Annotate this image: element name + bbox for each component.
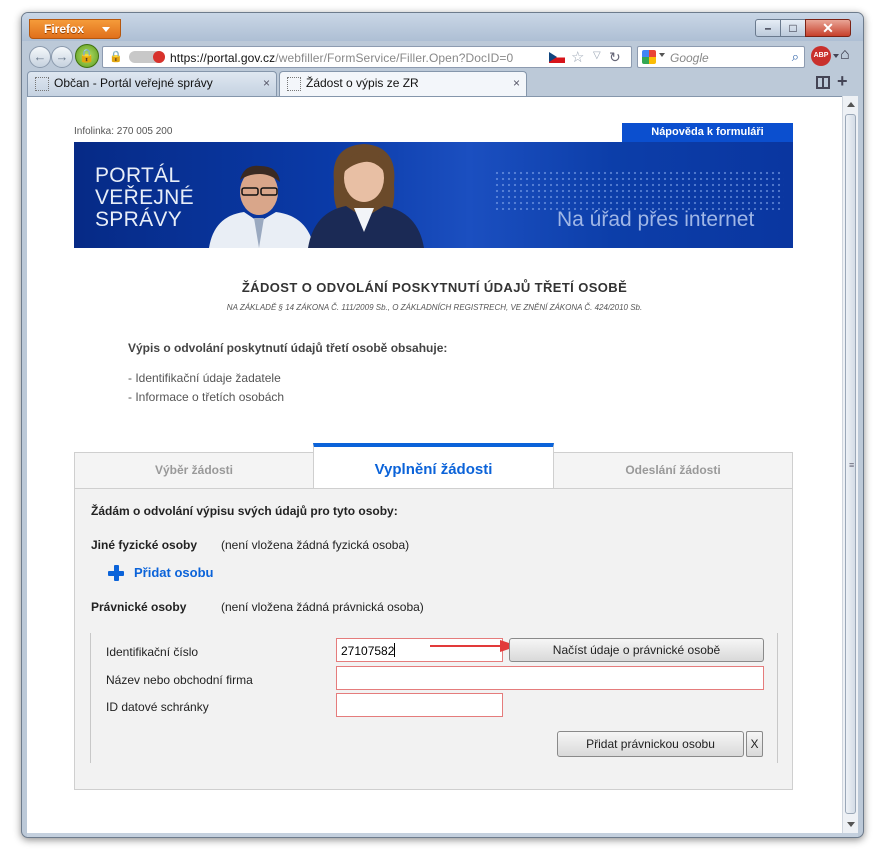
step-vyplneni[interactable]: Vyplnění žádosti [313, 443, 554, 489]
maximize-icon: □ [789, 21, 797, 35]
help-button[interactable]: Nápověda k formuláři [622, 123, 793, 142]
remove-subform-button[interactable]: X [746, 731, 763, 757]
close-icon: ✕ [822, 20, 834, 36]
ico-value: 27107582 [341, 644, 395, 658]
company-name-input[interactable] [336, 666, 764, 690]
tab-portal[interactable]: Občan - Portál veřejné správy × [27, 71, 277, 96]
identity-lock-button[interactable]: 🔒 [75, 44, 99, 68]
new-tab-icon[interactable]: + [837, 71, 848, 92]
tab-label: Občan - Portál veřejné správy [54, 76, 213, 90]
step-vyber[interactable]: Výběr žádosti [74, 452, 314, 488]
form-subtitle: NA ZÁKLADĚ § 14 ZÁKONA Č. 111/2009 Sb., … [226, 303, 643, 312]
maximize-button[interactable]: □ [780, 19, 806, 37]
form-title: ŽÁDOST O ODVOLÁNÍ POSKYTNUTÍ ÚDAJŮ TŘETÍ… [241, 280, 628, 295]
forward-button[interactable]: → [51, 46, 73, 68]
back-button[interactable]: ← [29, 46, 51, 68]
databox-id-label: ID datové schránky [106, 700, 209, 714]
home-icon[interactable]: ⌂ [840, 46, 850, 64]
tab-label: Žádost o výpis ze ZR [306, 76, 419, 90]
adblock-icon[interactable]: ABP [811, 46, 831, 66]
banner-slogan: Na úřad přes internet [557, 208, 755, 231]
load-legal-person-button[interactable]: Načíst údaje o právnické osobě [509, 638, 764, 662]
search-engine-dropdown-icon[interactable] [659, 53, 665, 57]
favicon-placeholder-icon [35, 77, 49, 91]
chevron-down-icon [102, 27, 110, 32]
url-path: /webfiller/FormService/Filler.Open?DocID… [275, 51, 514, 65]
browser-window: Firefox – □ ✕ ← → 🔒 🔒 https://portal.gov… [21, 12, 864, 838]
url-host: https://portal.gov.cz [170, 51, 276, 65]
form-panel: Žádám o odvolání výpisu svých údajů pro … [74, 488, 793, 790]
address-bar[interactable]: 🔒 https://portal.gov.cz/webfiller/FormSe… [102, 46, 632, 68]
ico-label: Identifikační číslo [106, 645, 199, 659]
title-bar: Firefox – □ ✕ [22, 13, 863, 41]
legal-persons-note: (není vložena žádná právnická osoba) [221, 600, 424, 614]
czech-flag-icon [549, 52, 565, 63]
lock-icon: 🔒 [78, 48, 96, 63]
banner-man-image [209, 165, 314, 248]
tab-groups-icon[interactable] [816, 76, 830, 89]
close-tab-icon[interactable]: × [513, 72, 520, 95]
tab-strip: Občan - Portál veřejné správy × Žádost o… [27, 71, 858, 96]
firefox-menu-label: Firefox [44, 22, 85, 36]
add-person-label: Přidat osobu [134, 565, 214, 580]
logo-line: VEŘEJNÉ [95, 186, 194, 209]
legal-persons-label: Právnické osoby [91, 600, 187, 614]
favicon-placeholder-icon [287, 77, 301, 91]
vertical-scrollbar[interactable]: ≡ [842, 96, 858, 833]
natural-persons-label: Jiné fyzické osoby [91, 538, 198, 552]
history-dropdown-icon[interactable]: ▽ [593, 50, 601, 61]
red-arrow-annotation [430, 640, 520, 652]
company-name-label: Název nebo obchodní firma [106, 673, 253, 687]
firefox-menu-button[interactable]: Firefox [29, 19, 121, 39]
minimize-icon: – [764, 21, 772, 35]
legal-person-subform: Identifikační číslo 27107582 Načíst údaj… [90, 633, 778, 763]
reload-icon[interactable]: ↻ [609, 49, 621, 66]
scroll-up-icon[interactable] [847, 102, 855, 107]
close-window-button[interactable]: ✕ [805, 19, 851, 37]
logo-line: PORTÁL [95, 164, 181, 187]
grip-icon: ≡ [849, 460, 855, 470]
search-box[interactable]: Google ⌕ [637, 46, 805, 68]
navigation-toolbar: ← → 🔒 🔒 https://portal.gov.cz/webfiller/… [27, 43, 858, 71]
banner-woman-image [308, 144, 424, 248]
minimize-button[interactable]: – [755, 19, 781, 37]
portal-logo: PORTÁL VEŘEJNÉ SPRÁVY [95, 165, 194, 231]
adblock-dropdown-icon[interactable] [833, 54, 839, 58]
status-bar [27, 833, 858, 837]
search-icon[interactable]: ⌕ [792, 49, 799, 65]
infoline: Infolinka: 270 005 200 [74, 126, 173, 137]
logo-line: SPRÁVY [95, 208, 182, 231]
portal-banner: PORTÁL VEŘEJNÉ SPRÁVY Na úřad přes inter… [74, 142, 793, 248]
add-legal-person-button[interactable]: Přidat právnickou osobu [557, 731, 744, 757]
bookmark-star-icon[interactable]: ☆ [571, 48, 584, 66]
plus-icon [108, 565, 124, 581]
url-text: https://portal.gov.cz/webfiller/FormServ… [170, 51, 513, 65]
step-tabs: Výběr žádosti Odeslání žádosti Vyplnění … [74, 443, 793, 489]
forward-arrow-icon: → [55, 49, 69, 64]
banner-dot-pattern [494, 170, 784, 210]
contents-title: Výpis o odvolání poskytnutí údajů třetí … [128, 341, 448, 355]
databox-id-input[interactable] [336, 693, 503, 717]
close-tab-icon[interactable]: × [263, 72, 270, 95]
back-arrow-icon: ← [33, 49, 47, 64]
scroll-down-icon[interactable] [847, 822, 855, 827]
blocked-icon [153, 51, 165, 63]
scrollbar-thumb[interactable]: ≡ [845, 114, 856, 814]
text-cursor [394, 643, 396, 657]
contents-item: - Identifikační údaje žadatele [128, 371, 281, 385]
contents-item: - Informace o třetích osobách [128, 390, 285, 404]
search-placeholder: Google [670, 51, 709, 65]
natural-persons-note: (není vložena žádná fyzická osoba) [221, 538, 410, 552]
panel-intro: Žádám o odvolání výpisu svých údajů pro … [91, 504, 398, 518]
tab-zadost[interactable]: Žádost o výpis ze ZR × [279, 71, 527, 96]
padlock-icon: 🔒 [109, 51, 123, 63]
page-viewport: Infolinka: 270 005 200 Nápověda k formul… [27, 96, 842, 833]
step-odeslani[interactable]: Odeslání žádosti [553, 452, 793, 488]
google-logo-icon[interactable] [642, 50, 656, 64]
